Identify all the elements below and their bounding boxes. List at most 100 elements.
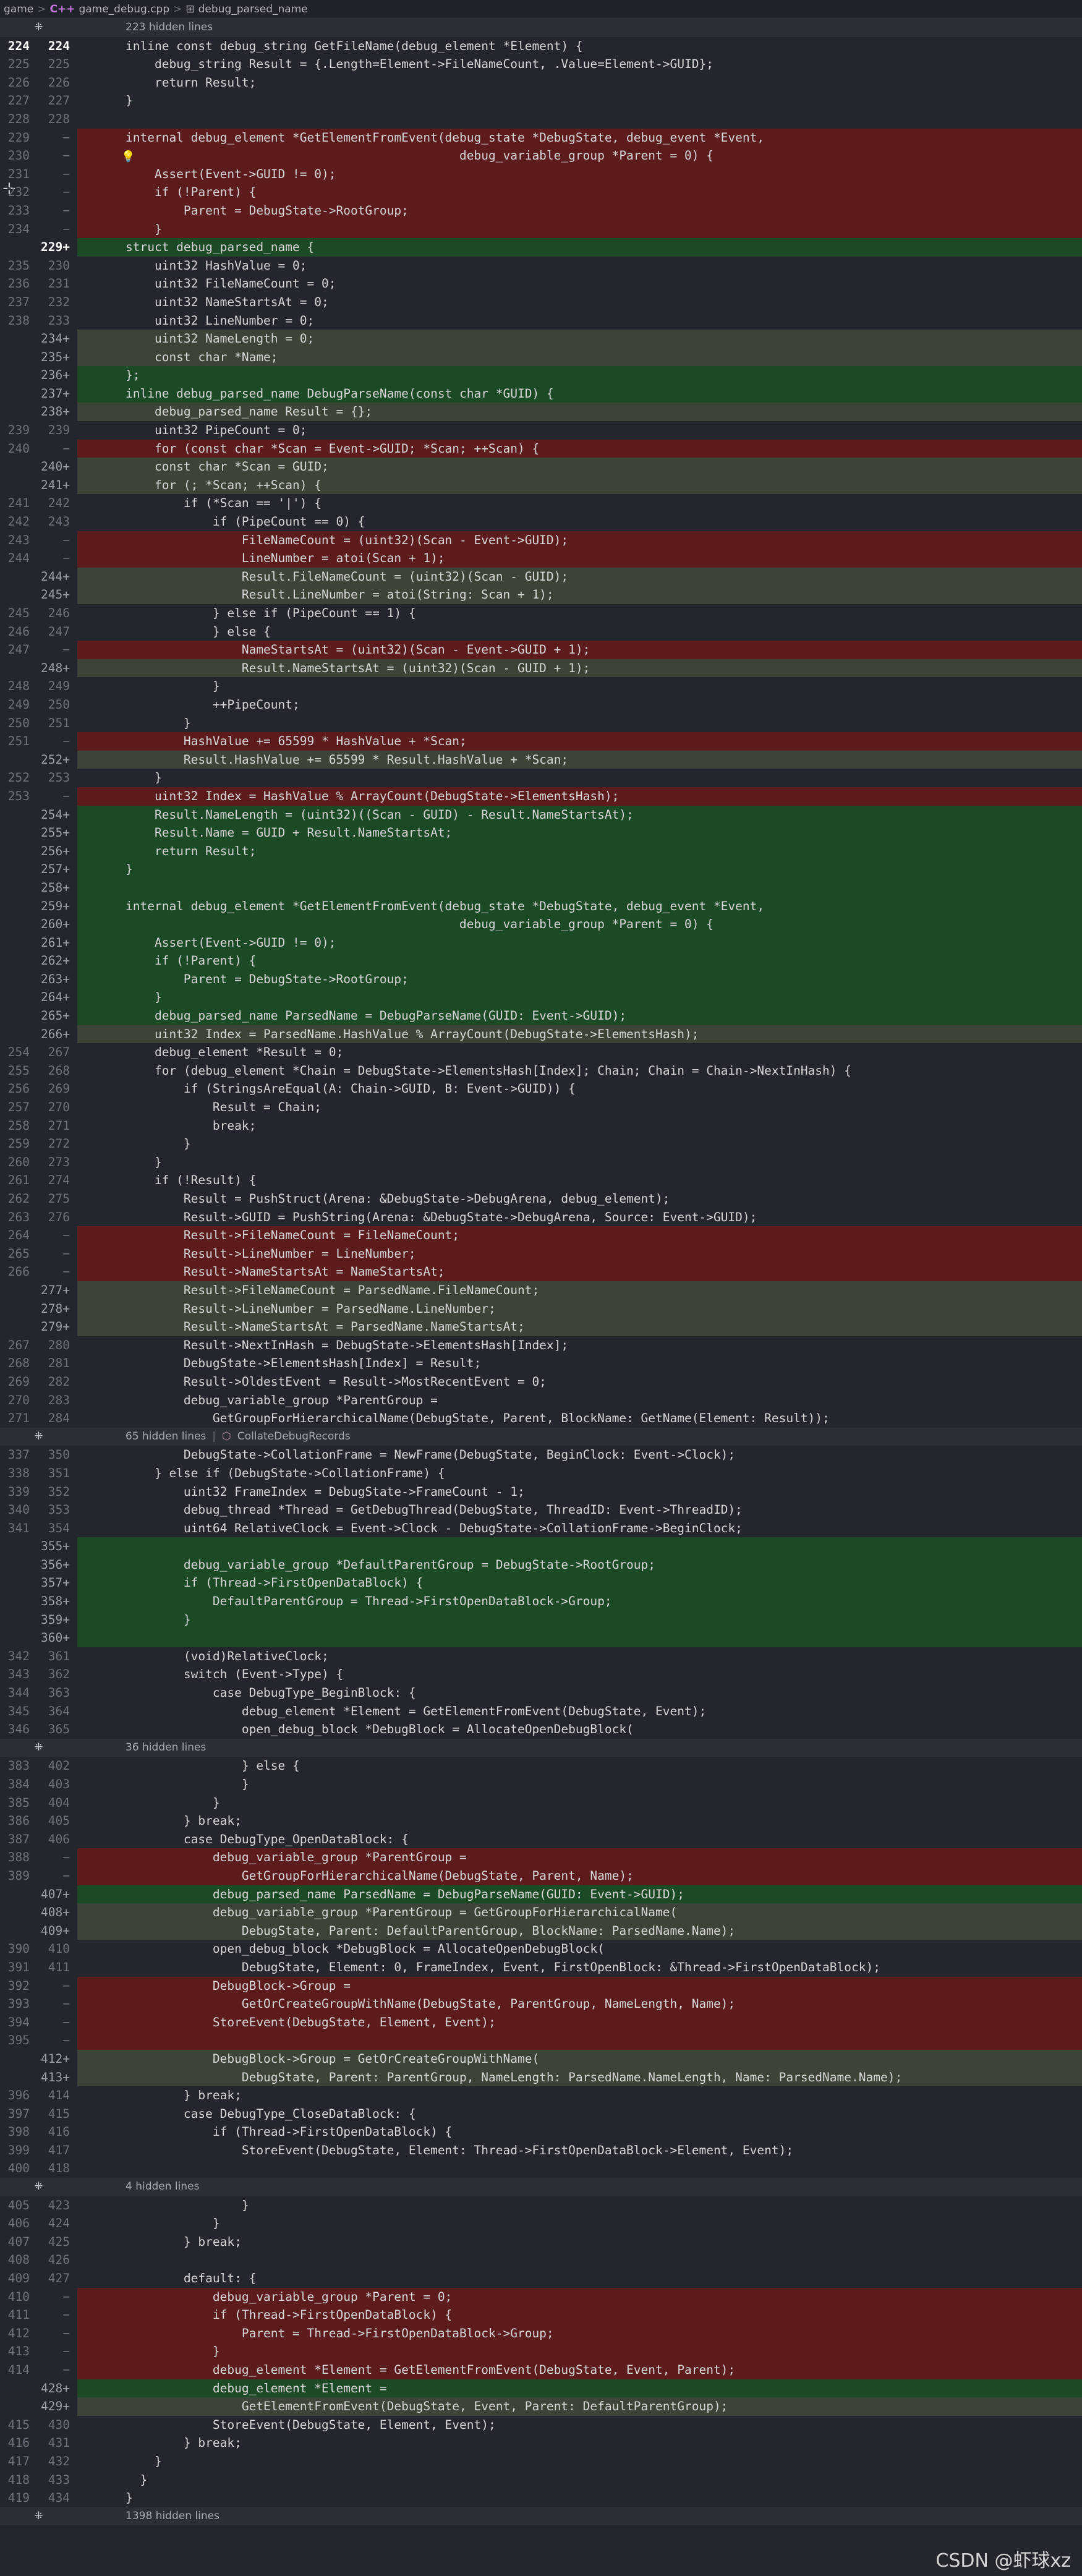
code-line-text[interactable]: } [77, 988, 1082, 1007]
code-line-text[interactable]: debug_parsed_name ParsedName = DebugPars… [77, 1007, 1082, 1025]
code-line-text[interactable]: GetOrCreateGroupWithName(DebugState, Par… [77, 1995, 1082, 2013]
code-line-text[interactable]: debug_element *Result = 0; [77, 1043, 1082, 1062]
code-line-text[interactable]: DebugBlock->Group = [77, 1976, 1082, 1995]
code-line-text[interactable]: debug_variable_group *Parent = 0; [77, 2287, 1082, 2306]
code-line-text[interactable]: struct debug_parsed_name { [77, 238, 1082, 257]
code-line-text[interactable]: } else { [77, 1757, 1082, 1775]
code-line-text[interactable]: Parent = Thread->FirstOpenDataBlock->Gro… [77, 2324, 1082, 2343]
code-line-text[interactable]: default: { [77, 2269, 1082, 2288]
code-line-text[interactable]: } [77, 1775, 1082, 1794]
code-line-text[interactable]: } [77, 2342, 1082, 2361]
code-line-text[interactable]: DebugState->ElementsHash[Index] = Result… [77, 1354, 1082, 1373]
code-line-text[interactable]: } [77, 220, 1082, 239]
code-line-text[interactable]: if (*Scan == '|') { [77, 494, 1082, 513]
code-line-text[interactable] [77, 1629, 1082, 1647]
code-line-text[interactable]: Result.HashValue += 65599 * Result.HashV… [77, 750, 1082, 769]
code-line-text[interactable]: } [77, 769, 1082, 787]
code-line-text[interactable]: uint32 FileNameCount = 0; [77, 275, 1082, 293]
code-line-text[interactable]: } break; [77, 1812, 1082, 1830]
hidden-lines-label[interactable]: 223 hidden lines [77, 19, 213, 37]
code-line-text[interactable]: for (debug_element *Chain = DebugState->… [77, 1062, 1082, 1080]
code-line-text[interactable]: DefaultParentGroup = Thread->FirstOpenDa… [77, 1592, 1082, 1611]
code-line-text[interactable]: } [77, 1153, 1082, 1172]
expand-hidden-icon[interactable]: ⁜ [0, 1739, 77, 1757]
code-line-text[interactable]: } break; [77, 2086, 1082, 2105]
hidden-lines-label[interactable]: 1398 hidden lines [77, 2507, 219, 2526]
code-line-text[interactable]: debug_string Result = {.Length=Element->… [77, 55, 1082, 74]
code-line-text[interactable]: } [77, 1610, 1082, 1629]
code-line-text[interactable]: uint32 PipeCount = 0; [77, 421, 1082, 440]
code-line-text[interactable]: Result->NameStartsAt = NameStartsAt; [77, 1263, 1082, 1281]
code-line-text[interactable]: uint32 HashValue = 0; [77, 257, 1082, 275]
code-line-text[interactable]: uint32 FrameIndex = DebugState->FrameCou… [77, 1483, 1082, 1501]
code-line-text[interactable]: debug_variable_group *ParentGroup = [77, 1848, 1082, 1867]
code-line-text[interactable]: uint32 LineNumber = 0; [77, 312, 1082, 330]
code-line-text[interactable]: open_debug_block *DebugBlock = AllocateO… [77, 1940, 1082, 1958]
code-line-text[interactable]: Result.FileNameCount = (uint32)(Scan - G… [77, 567, 1082, 586]
code-line-text[interactable]: for (; *Scan; ++Scan) { [77, 476, 1082, 495]
code-line-text[interactable]: Result.NameStartsAt = (uint32)(Scan - GU… [77, 659, 1082, 678]
code-line-text[interactable]: debug_variable_group *ParentGroup = [77, 1391, 1082, 1410]
code-line-text[interactable]: uint64 RelativeClock = Event->Clock - De… [77, 1519, 1082, 1538]
code-line-text[interactable]: if (!Parent) { [77, 952, 1082, 970]
hidden-lines-label[interactable]: 65 hidden lines | ⬡ CollateDebugRecords [77, 1428, 351, 1446]
hidden-lines-label[interactable]: 36 hidden lines [77, 1739, 206, 1757]
code-line-text[interactable]: if (Thread->FirstOpenDataBlock) { [77, 1574, 1082, 1593]
code-line-text[interactable]: GetElementFromEvent(DebugState, Event, P… [77, 2397, 1082, 2416]
breadcrumb-file[interactable]: game_debug.cpp [79, 3, 169, 15]
code-line-text[interactable]: uint32 Index = ParsedName.HashValue % Ar… [77, 1025, 1082, 1044]
code-line-text[interactable]: DebugState, Element: 0, FrameIndex, Even… [77, 1958, 1082, 1977]
code-line-text[interactable]: } [77, 1794, 1082, 1812]
code-line-text[interactable]: Result->FileNameCount = FileNameCount; [77, 1226, 1082, 1245]
code-line-text[interactable]: } break; [77, 2434, 1082, 2452]
code-line-text[interactable]: debug_element *Element = [77, 2379, 1082, 2398]
expand-hidden-icon[interactable]: ⁜ [0, 1428, 77, 1446]
code-line-text[interactable]: } else if (DebugState->CollationFrame) { [77, 1464, 1082, 1483]
code-line-text[interactable]: ++PipeCount; [77, 696, 1082, 714]
code-line-text[interactable]: open_debug_block *DebugBlock = AllocateO… [77, 1720, 1082, 1739]
code-line-text[interactable]: } [77, 714, 1082, 733]
code-line-text[interactable]: } [77, 92, 1082, 110]
code-line-text[interactable]: return Result; [77, 842, 1082, 861]
code-line-text[interactable]: Result = Chain; [77, 1098, 1082, 1117]
code-line-text[interactable]: } [77, 2452, 1082, 2471]
code-line-text[interactable]: const char *Name; [77, 348, 1082, 367]
code-line-text[interactable]: if (StringsAreEqual(A: Chain->GUID, B: E… [77, 1080, 1082, 1098]
code-line-text[interactable]: debug_variable_group *Parent = 0) { [77, 147, 1082, 165]
code-line-text[interactable]: Result.NameLength = (uint32)((Scan - GUI… [77, 805, 1082, 824]
code-line-text[interactable]: internal debug_element *GetElementFromEv… [77, 897, 1082, 916]
code-line-text[interactable]: debug_element *Element = GetElementFromE… [77, 2361, 1082, 2379]
code-line-text[interactable]: inline const debug_string GetFileName(de… [77, 37, 1082, 56]
code-line-text[interactable]: } [77, 860, 1082, 879]
breadcrumb-symbol[interactable]: debug_parsed_name [198, 3, 308, 15]
expand-hidden-icon[interactable]: ⁜ [0, 2507, 77, 2526]
code-line-text[interactable]: break; [77, 1117, 1082, 1135]
code-line-text[interactable]: Result->GUID = PushString(Arena: &DebugS… [77, 1208, 1082, 1227]
code-line-text[interactable]: if (Thread->FirstOpenDataBlock) { [77, 2123, 1082, 2141]
code-line-text[interactable] [77, 1537, 1082, 1556]
code-line-text[interactable]: FileNameCount = (uint32)(Scan - Event->G… [77, 531, 1082, 550]
code-line-text[interactable]: debug_thread *Thread = GetDebugThread(De… [77, 1501, 1082, 1519]
expand-hidden-icon[interactable]: ⁜ [0, 2178, 77, 2196]
code-line-text[interactable]: StoreEvent(DebugState, Element: Thread->… [77, 2141, 1082, 2160]
code-line-text[interactable] [77, 878, 1082, 897]
code-line-text[interactable]: Assert(Event->GUID != 0); [77, 933, 1082, 952]
code-line-text[interactable]: StoreEvent(DebugState, Element, Event); [77, 2013, 1082, 2032]
code-line-text[interactable]: } [77, 2489, 1082, 2507]
code-line-text[interactable]: case DebugType_BeginBlock: { [77, 1684, 1082, 1702]
code-line-text[interactable]: debug_variable_group *Parent = 0) { [77, 915, 1082, 934]
code-line-text[interactable]: DebugBlock->Group = GetOrCreateGroupWith… [77, 2049, 1082, 2068]
code-line-text[interactable]: DebugState, Parent: ParentGroup, NameLen… [77, 2068, 1082, 2087]
code-line-text[interactable]: } else if (PipeCount == 1) { [77, 604, 1082, 623]
code-line-text[interactable]: NameStartsAt = (uint32)(Scan - Event->GU… [77, 641, 1082, 659]
code-line-text[interactable]: } [77, 2471, 1082, 2489]
code-line-text[interactable]: uint32 NameStartsAt = 0; [77, 293, 1082, 312]
code-line-text[interactable]: Result->NameStartsAt = ParsedName.NameSt… [77, 1318, 1082, 1336]
code-line-text[interactable]: if (!Result) { [77, 1171, 1082, 1190]
code-line-text[interactable]: if (!Parent) { [77, 183, 1082, 202]
code-line-text[interactable]: case DebugType_OpenDataBlock: { [77, 1830, 1082, 1849]
code-line-text[interactable]: } [77, 2214, 1082, 2233]
code-line-text[interactable]: debug_variable_group *ParentGroup = GetG… [77, 1903, 1082, 1922]
code-line-text[interactable]: StoreEvent(DebugState, Element, Event); [77, 2416, 1082, 2434]
code-line-text[interactable]: debug_element *Element = GetElementFromE… [77, 1702, 1082, 1721]
